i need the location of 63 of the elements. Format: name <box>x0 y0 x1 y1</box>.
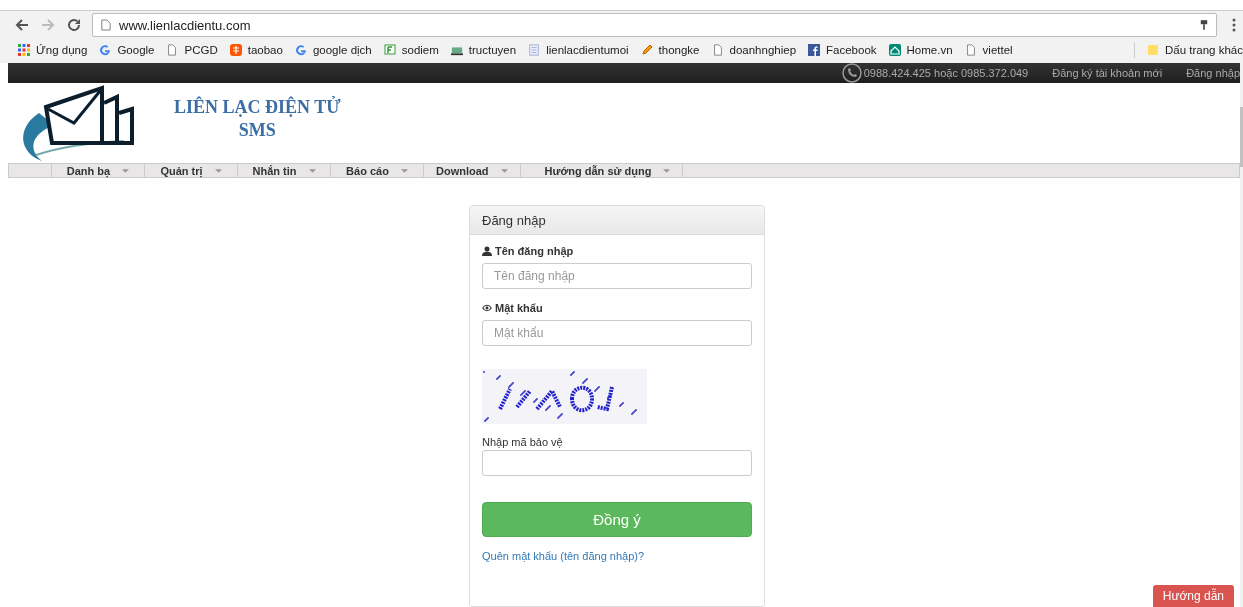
captcha-input[interactable] <box>482 450 752 476</box>
laptop-icon <box>450 44 463 56</box>
bookmark-item[interactable]: Google <box>99 44 155 56</box>
site-subtitle: SMS <box>238 119 276 143</box>
header-link[interactable]: Đăng nhập <box>1186 67 1240 80</box>
nav-menu-item[interactable]: Quản trị <box>145 164 238 177</box>
page-icon <box>101 19 111 31</box>
field-label: Nhập mã bảo vệ <box>482 436 564 448</box>
help-button[interactable]: Hướng dẫn <box>1152 585 1234 607</box>
nav-menu-item[interactable]: Báo cáo <box>331 164 424 177</box>
bookmark-item[interactable]: doanhnghiep <box>711 44 797 56</box>
caret-icon <box>214 168 222 173</box>
bookmark-item[interactable]: PCGD <box>166 44 218 56</box>
key-icon[interactable] <box>1200 19 1208 31</box>
caret-icon <box>400 168 408 173</box>
field-label: Mật khẩu <box>495 302 543 314</box>
input-field[interactable]: Mật khẩu <box>482 320 752 346</box>
bookmark-item[interactable]: thongke <box>640 44 700 56</box>
phone-numbers: 0988.424.425 hoặc 0985.372.049 <box>863 67 1029 80</box>
page-icon <box>166 44 179 56</box>
caret-icon <box>122 168 130 173</box>
apps-grid-icon <box>18 44 30 56</box>
google-icon <box>99 44 112 56</box>
panel-title: Đăng nhập <box>482 212 546 228</box>
nav-menu-item[interactable]: Danh bạ <box>52 164 145 177</box>
page-icon <box>711 44 724 56</box>
back-icon[interactable] <box>14 17 30 33</box>
bookmark-item[interactable]: taobao <box>229 44 283 56</box>
nav-menu-item[interactable]: Download <box>424 164 521 177</box>
menu-icon[interactable] <box>1231 17 1237 33</box>
bookmark-item[interactable]: viettel <box>964 44 1013 56</box>
header-link[interactable]: Đăng ký tài khoản mới <box>1052 67 1163 80</box>
phone-icon <box>841 63 862 84</box>
eye-icon <box>482 303 492 313</box>
bookmark-item[interactable]: Facebook <box>808 44 877 56</box>
input-field[interactable]: Tên đăng nhập <box>482 263 752 289</box>
bookmark-item[interactable]: Home.vn <box>888 44 953 56</box>
nav-menu-item[interactable]: Nhắn tin <box>238 164 331 177</box>
bookmark-item[interactable]: Ứng dụng <box>18 44 88 56</box>
url-text: www.lienlacdientu.com <box>119 17 251 33</box>
field-label: Tên đăng nhập <box>495 245 574 257</box>
caret-icon <box>500 168 508 173</box>
nav-menu-item[interactable]: Hướng dẫn sử dụng <box>520 164 684 177</box>
google-icon <box>294 44 307 56</box>
folder-icon <box>1147 44 1159 56</box>
home-icon <box>888 44 901 56</box>
reload-icon[interactable] <box>66 17 82 33</box>
bookmark-item[interactable]: sodiem <box>383 44 439 56</box>
caret-icon <box>308 168 316 173</box>
bookmark-item[interactable]: google dịch <box>294 44 372 56</box>
page-icon <box>964 44 977 56</box>
caret-icon <box>663 168 671 173</box>
other-bookmarks[interactable]: Dấu trang khác <box>1147 44 1243 56</box>
bookmark-item[interactable]: lienlacdientumoi <box>528 44 629 56</box>
pencil-icon <box>640 44 653 56</box>
taobao-icon <box>229 44 242 56</box>
address-bar[interactable]: www.lienlacdientu.com <box>92 13 1217 37</box>
facebook-icon <box>808 44 821 56</box>
user-icon <box>482 246 492 256</box>
bookmark-item[interactable]: tructuyen <box>450 44 517 56</box>
document-icon <box>528 44 541 56</box>
forgot-password-link[interactable]: Quên mật khẩu (tên đăng nhập)? <box>482 550 752 562</box>
site-title: LIÊN LẠC ĐIỆN TỬ <box>174 96 341 120</box>
